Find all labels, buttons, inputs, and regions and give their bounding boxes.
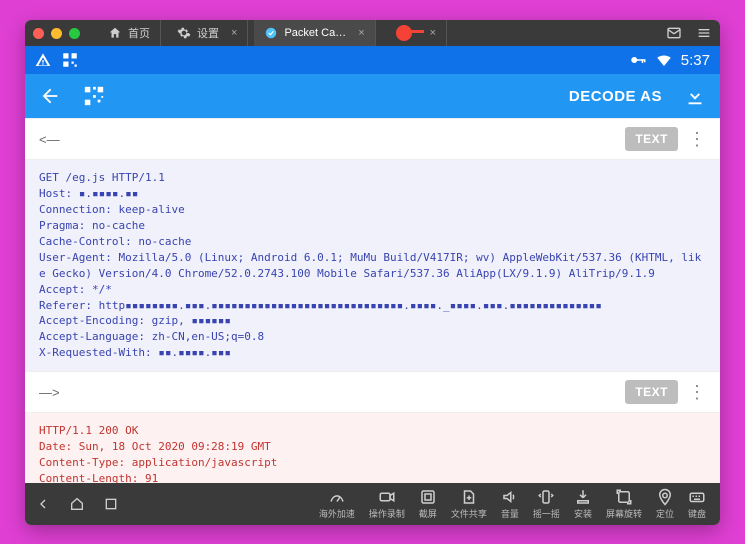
- android-status-bar: 5:37: [25, 46, 720, 74]
- bottomnav-keyboard[interactable]: 键盘: [684, 488, 710, 520]
- bottomnav-install[interactable]: 安装: [570, 488, 596, 520]
- back-icon[interactable]: [39, 85, 61, 107]
- bottomnav-locate[interactable]: 定位: [652, 488, 678, 520]
- response-raw[interactable]: HTTP/1.1 200 OK Date: Sun, 18 Oct 2020 0…: [25, 413, 720, 483]
- emulator-bottom-bar: 海外加速 操作录制 截屏 文件共享 音量 摇一摇 安装 屏幕旋转 定位 键盘: [25, 483, 720, 525]
- bottomnav-screenshot[interactable]: 截屏: [415, 488, 441, 520]
- keyboard-icon: [688, 488, 706, 506]
- bottomnav-label: 文件共享: [451, 507, 487, 520]
- response-section-header: —> TEXT ⋮: [25, 371, 720, 413]
- tab-packet-capture[interactable]: Packet Ca… ×: [254, 20, 375, 46]
- packet-icon: [264, 26, 278, 40]
- tab-settings[interactable]: 设置 ×: [167, 20, 248, 46]
- bottomnav-rotate[interactable]: 屏幕旋转: [602, 488, 646, 520]
- bottomnav-volume[interactable]: 音量: [497, 488, 523, 520]
- locate-icon: [656, 488, 674, 506]
- clock: 5:37: [681, 52, 710, 69]
- tab-label: Packet Ca…: [284, 27, 346, 39]
- fileshare-icon: [460, 488, 478, 506]
- download-button[interactable]: [684, 85, 706, 107]
- decode-as-button[interactable]: DECODE AS: [569, 88, 662, 105]
- download-icon: [684, 85, 706, 107]
- tab-unknown[interactable]: ×: [382, 20, 447, 46]
- tab-label: 首页: [128, 25, 150, 41]
- rotate-icon: [615, 488, 633, 506]
- close-tab-icon[interactable]: ×: [358, 27, 364, 39]
- header-qr-icon[interactable]: [83, 85, 105, 107]
- bottomnav-label: 音量: [501, 507, 519, 520]
- speed-icon: [328, 488, 346, 506]
- window-controls: [33, 28, 80, 39]
- android-home-icon[interactable]: [69, 496, 85, 512]
- record-icon: [378, 488, 396, 506]
- request-arrow: <—: [39, 132, 60, 147]
- maximize-window-button[interactable]: [69, 28, 80, 39]
- app-header: DECODE AS: [25, 74, 720, 118]
- minimize-window-button[interactable]: [51, 28, 62, 39]
- gear-icon: [177, 26, 191, 40]
- screenshot-icon: [419, 488, 437, 506]
- bottomnav-label: 键盘: [688, 507, 706, 520]
- bottomnav-label: 截屏: [419, 507, 437, 520]
- shake-icon: [537, 488, 555, 506]
- wifi-icon: [655, 51, 673, 69]
- install-icon: [574, 488, 592, 506]
- bottomnav-record[interactable]: 操作录制: [365, 488, 409, 520]
- close-tab-icon[interactable]: ×: [430, 27, 436, 39]
- request-raw[interactable]: GET /eg.js HTTP/1.1 Host: ▪.▪▪▪▪.▪▪ Conn…: [25, 160, 720, 371]
- bottomnav-speed[interactable]: 海外加速: [315, 488, 359, 520]
- tab-home[interactable]: 首页: [98, 20, 161, 46]
- android-recent-icon[interactable]: [103, 496, 119, 512]
- close-window-button[interactable]: [33, 28, 44, 39]
- bottomnav-label: 操作录制: [369, 507, 405, 520]
- menu-icon[interactable]: [696, 25, 712, 41]
- mail-icon[interactable]: [666, 25, 682, 41]
- titlebar: 首页 设置 × Packet Ca… × ×: [25, 20, 720, 46]
- vpn-key-icon: [629, 51, 647, 69]
- bottomnav-label: 摇一摇: [533, 507, 560, 520]
- request-more-icon[interactable]: ⋮: [688, 130, 706, 148]
- bottomnav-label: 屏幕旋转: [606, 507, 642, 520]
- response-more-icon[interactable]: ⋮: [688, 383, 706, 401]
- bottomnav-label: 定位: [656, 507, 674, 520]
- close-tab-icon[interactable]: ×: [231, 27, 237, 39]
- content-area: <— TEXT ⋮ GET /eg.js HTTP/1.1 Host: ▪.▪▪…: [25, 118, 720, 483]
- bottomnav-label: 安装: [574, 507, 592, 520]
- bottomnav-fileshare[interactable]: 文件共享: [447, 488, 491, 520]
- red-pin-icon: [392, 24, 418, 42]
- bottomnav-label: 海外加速: [319, 507, 355, 520]
- request-text-button[interactable]: TEXT: [625, 127, 678, 151]
- volume-icon: [501, 488, 519, 506]
- warning-icon: [35, 52, 51, 68]
- request-section-header: <— TEXT ⋮: [25, 118, 720, 160]
- home-icon: [108, 26, 122, 40]
- qr-icon: [61, 51, 79, 69]
- android-back-icon[interactable]: [35, 496, 51, 512]
- response-arrow: —>: [39, 385, 60, 400]
- tab-label: 设置: [197, 25, 219, 41]
- response-text-button[interactable]: TEXT: [625, 380, 678, 404]
- bottomnav-shake[interactable]: 摇一摇: [529, 488, 564, 520]
